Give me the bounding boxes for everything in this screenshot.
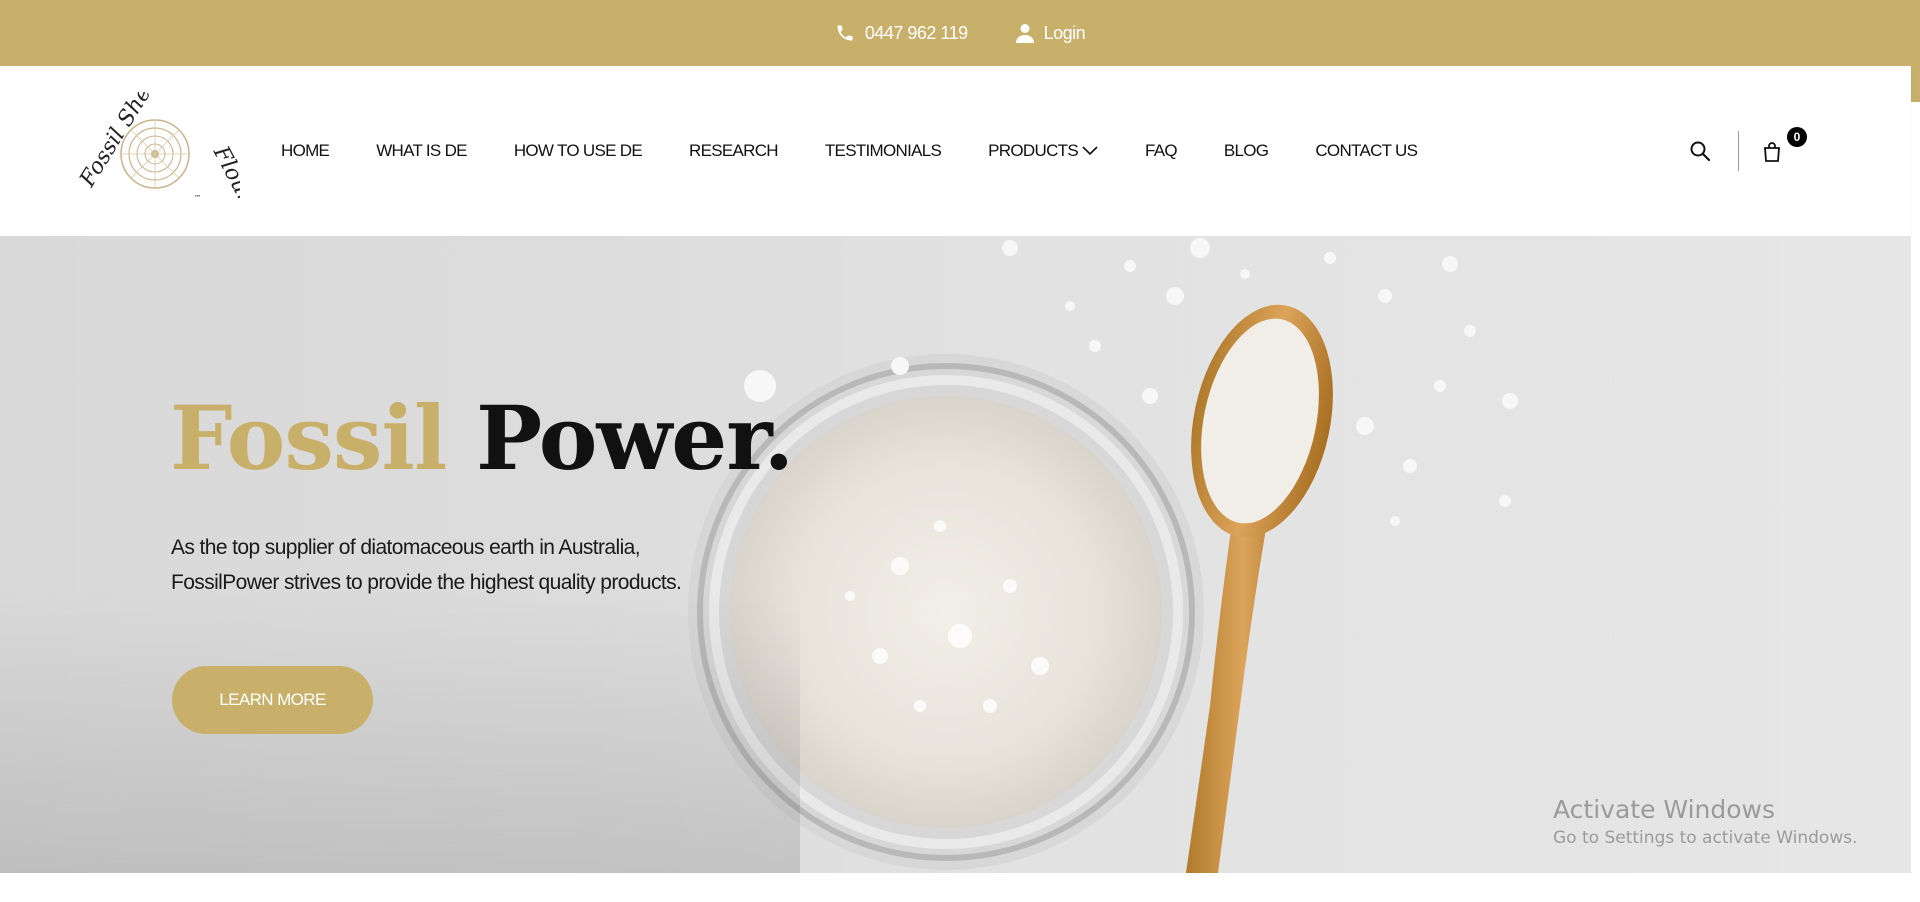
nav-products[interactable]: PRODUCTS bbox=[988, 141, 1098, 161]
learn-more-button[interactable]: LEARN MORE bbox=[172, 666, 373, 734]
top-bar: 0447 962 119 Login bbox=[0, 0, 1920, 66]
learn-more-label: LEARN MORE bbox=[219, 690, 326, 709]
site-logo[interactable]: Fossil Shell Flour ™ bbox=[70, 70, 259, 208]
hero-title-gold: Fossil bbox=[170, 386, 447, 490]
nav-blog[interactable]: BLOG bbox=[1223, 141, 1269, 161]
bag-icon[interactable] bbox=[1762, 141, 1782, 168]
nav-research-label: RESEARCH bbox=[689, 141, 779, 160]
nav-faq-label: FAQ bbox=[1144, 141, 1178, 160]
search-icon[interactable] bbox=[1689, 140, 1711, 167]
user-icon bbox=[1015, 23, 1034, 43]
nav-contact-us[interactable]: CONTACT US bbox=[1315, 141, 1418, 161]
nav-testimonials[interactable]: TESTIMONIALS bbox=[824, 141, 942, 161]
header-divider bbox=[1738, 131, 1739, 171]
svg-text:Flour: Flour bbox=[208, 141, 240, 208]
cart-count-badge: 0 bbox=[1787, 127, 1807, 147]
phone-link[interactable]: 0447 962 119 bbox=[835, 23, 968, 44]
next-section-edge bbox=[0, 873, 1920, 902]
watermark-subtitle: Go to Settings to activate Windows. bbox=[1553, 828, 1858, 848]
login-label: Login bbox=[1043, 22, 1086, 43]
svg-text:Fossil Shell: Fossil Shell bbox=[75, 92, 164, 192]
nav-research[interactable]: RESEARCH bbox=[689, 141, 779, 161]
nav-faq[interactable]: FAQ bbox=[1144, 141, 1178, 161]
nav-what-is-de[interactable]: WHAT IS DE bbox=[376, 141, 467, 161]
nav-testimonials-label: TESTIMONIALS bbox=[824, 141, 942, 160]
nav-what-is-de-label: WHAT IS DE bbox=[376, 141, 467, 160]
chevron-down-icon bbox=[1082, 141, 1098, 161]
nav-blog-label: BLOG bbox=[1223, 141, 1269, 160]
nav-contact-us-label: CONTACT US bbox=[1315, 141, 1418, 160]
nav-how-to-use-de[interactable]: HOW TO USE DE bbox=[513, 141, 643, 161]
main-nav: HOME WHAT IS DE HOW TO USE DE RESEARCH T… bbox=[281, 66, 1464, 236]
scrollbar-accent bbox=[1911, 66, 1920, 102]
hero-title: Fossil Power. bbox=[170, 386, 794, 490]
nav-home[interactable]: HOME bbox=[281, 141, 330, 161]
hero-section: Fossil Power. As the top supplier of dia… bbox=[0, 236, 1911, 873]
windows-activation-watermark: Activate Windows Go to Settings to activ… bbox=[1553, 795, 1858, 848]
phone-number: 0447 962 119 bbox=[864, 22, 968, 43]
site-header: Fossil Shell Flour ™ HOME WHAT IS DE HOW… bbox=[0, 66, 1911, 236]
logo-wordmark: Fossil Shell Flour bbox=[75, 70, 259, 208]
hero-description: As the top supplier of diatomaceous eart… bbox=[171, 536, 682, 594]
svg-text:™: ™ bbox=[194, 194, 201, 202]
nav-home-label: HOME bbox=[281, 141, 330, 160]
watermark-title: Activate Windows bbox=[1553, 795, 1775, 824]
login-link[interactable]: Login bbox=[1015, 22, 1086, 44]
hero-title-dark: Power. bbox=[475, 386, 794, 490]
nav-products-label: PRODUCTS bbox=[988, 141, 1078, 160]
phone-icon bbox=[835, 23, 855, 43]
nav-how-to-use-de-label: HOW TO USE DE bbox=[513, 141, 643, 160]
